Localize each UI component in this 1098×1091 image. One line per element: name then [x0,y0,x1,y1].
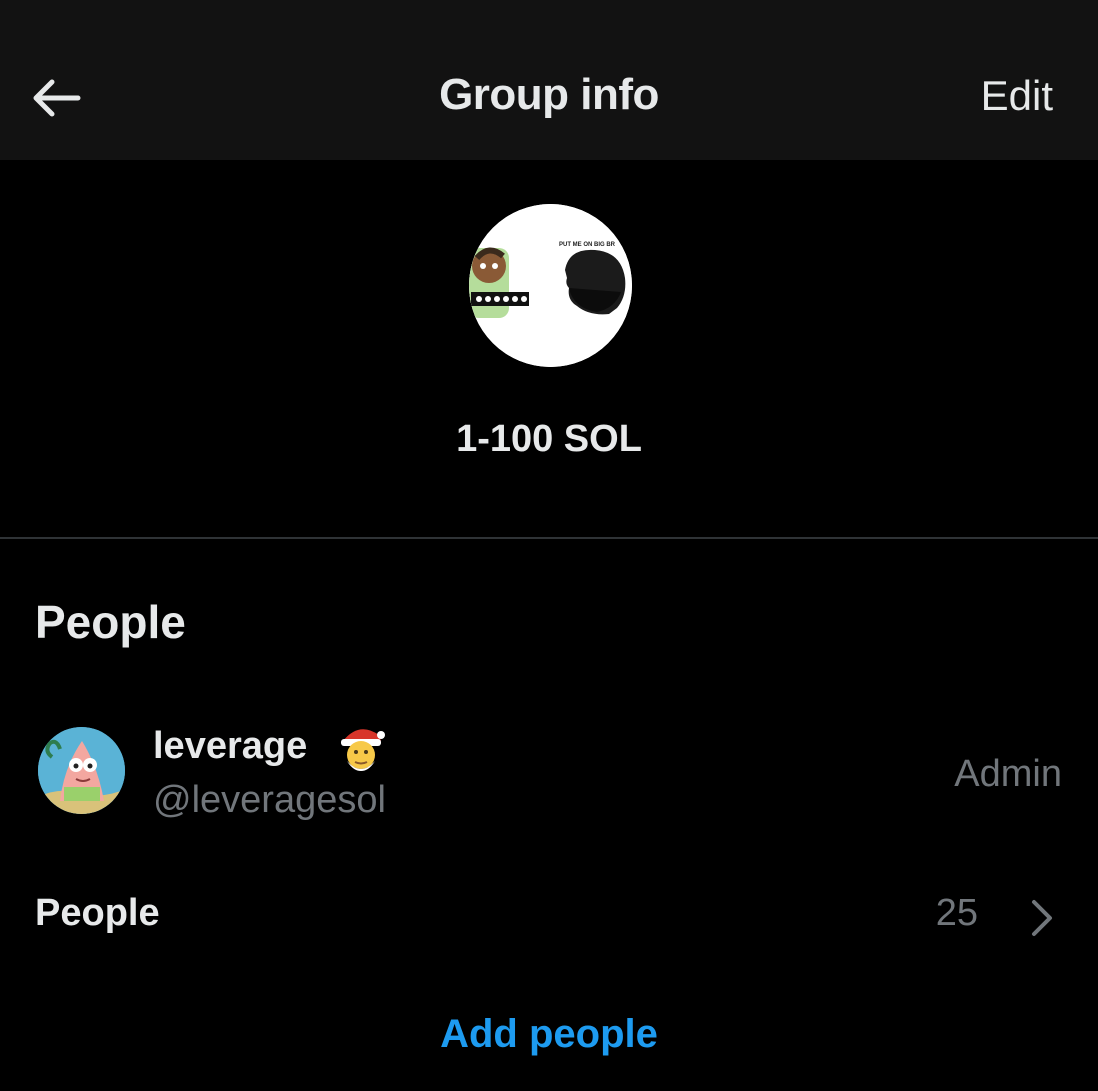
santa-emoji-icon [335,721,387,775]
svg-text:PUT ME ON BIG BR: PUT ME ON BIG BR [559,242,616,248]
avatar [38,727,125,814]
member-avatar-image [38,727,125,814]
member-handle: @leveragesol [153,779,386,821]
chevron-right-icon [1032,900,1052,936]
add-people-button[interactable]: Add people [0,1012,1098,1057]
avatar-caption: PUT ME ON BIG BR [559,242,616,248]
group-avatar-image: PUT ME ON BIG BR [469,204,632,367]
people-list-row[interactable]: People 25 [0,880,1098,950]
member-role-badge: Admin [954,753,1062,795]
page-title: Group info [439,70,659,119]
people-count: 25 [935,892,978,934]
edit-button[interactable]: Edit [981,72,1053,120]
people-row-label: People [35,892,160,934]
member-row[interactable]: leverage @leveragesol Admin [0,715,1098,830]
group-avatar[interactable]: PUT ME ON BIG BR [469,204,632,367]
section-divider [0,537,1098,539]
member-display-name: leverage [153,725,308,767]
group-name: 1-100 SOL [456,418,642,460]
people-section-title: People [35,596,186,648]
top-bar: Group info Edit [0,0,1098,160]
